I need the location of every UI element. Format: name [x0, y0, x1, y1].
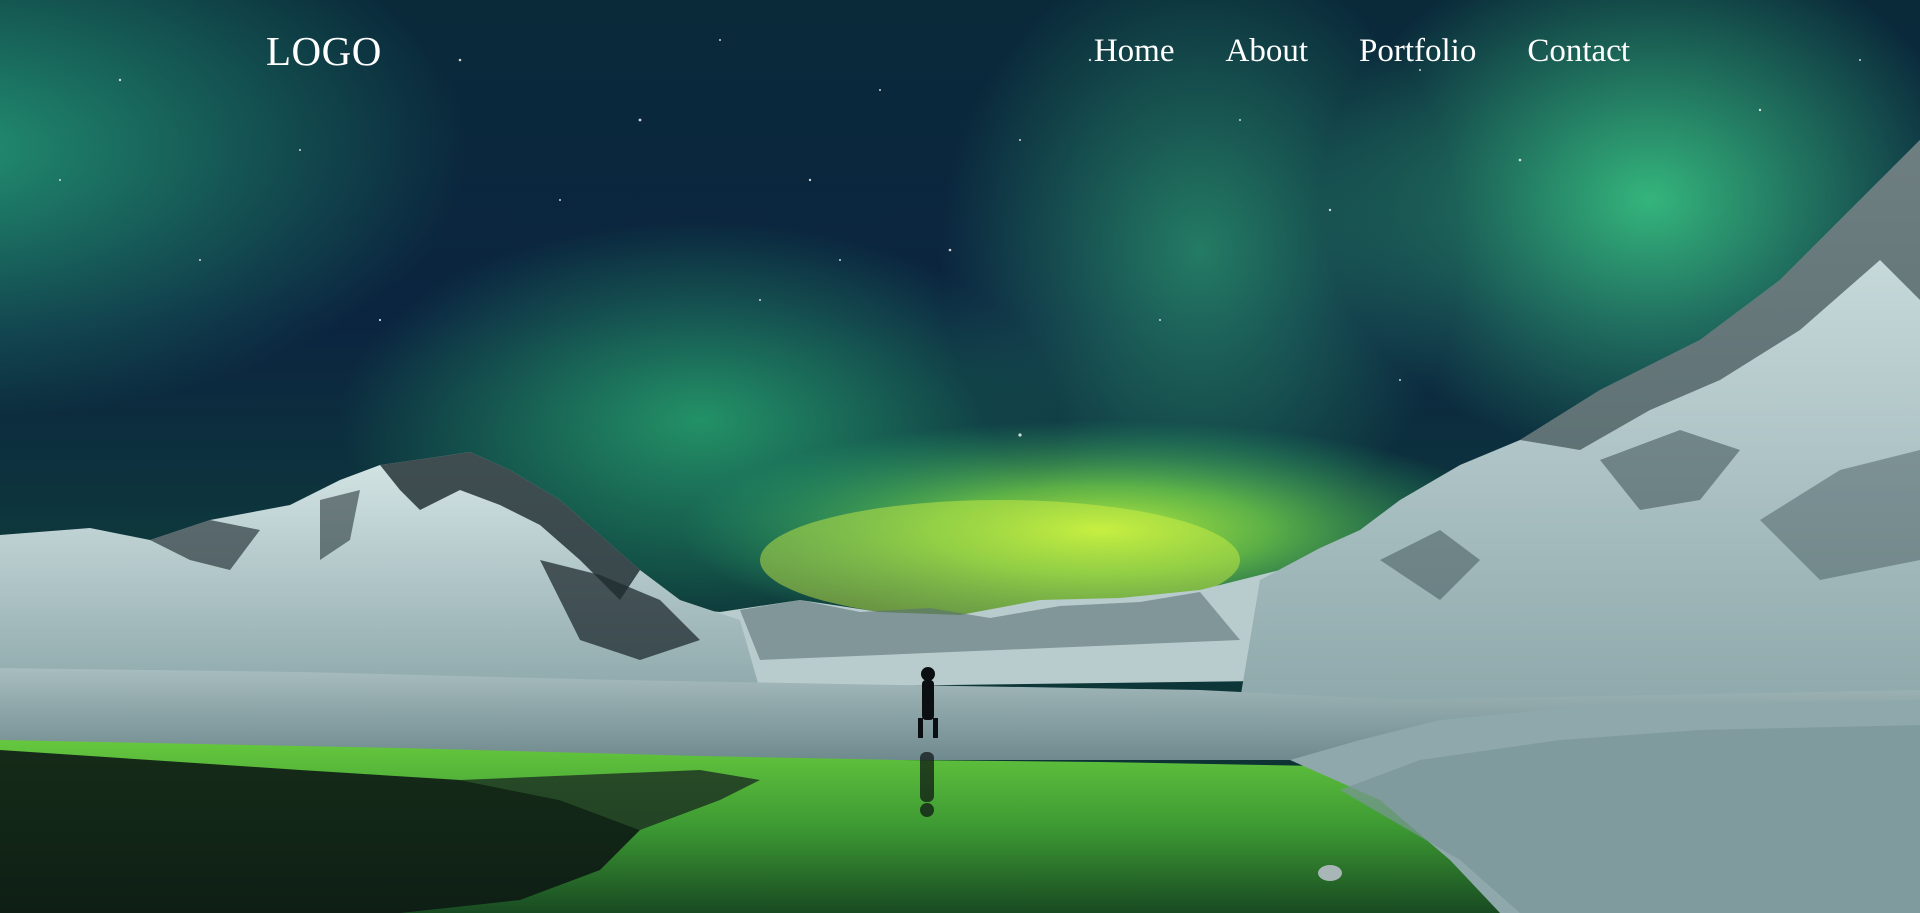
logo-link[interactable]: LOGO: [266, 25, 382, 77]
nav-link-about[interactable]: About: [1226, 33, 1309, 69]
nav-item-contact: Contact: [1527, 30, 1630, 72]
nav-link-home[interactable]: Home: [1094, 33, 1175, 69]
nav-item-home: Home: [1094, 30, 1175, 72]
nav-menu: Home About Portfolio Contact: [1094, 30, 1630, 72]
nav-item-portfolio: Portfolio: [1359, 30, 1476, 72]
nav-link-contact[interactable]: Contact: [1527, 33, 1630, 69]
top-navigation-bar: LOGO Home About Portfolio Contact: [0, 0, 1920, 100]
nav-link-portfolio[interactable]: Portfolio: [1359, 33, 1476, 69]
hero-background-image: [0, 0, 1920, 913]
nav-item-about: About: [1226, 30, 1309, 72]
hero-section: LOGO Home About Portfolio Contact: [0, 0, 1920, 913]
